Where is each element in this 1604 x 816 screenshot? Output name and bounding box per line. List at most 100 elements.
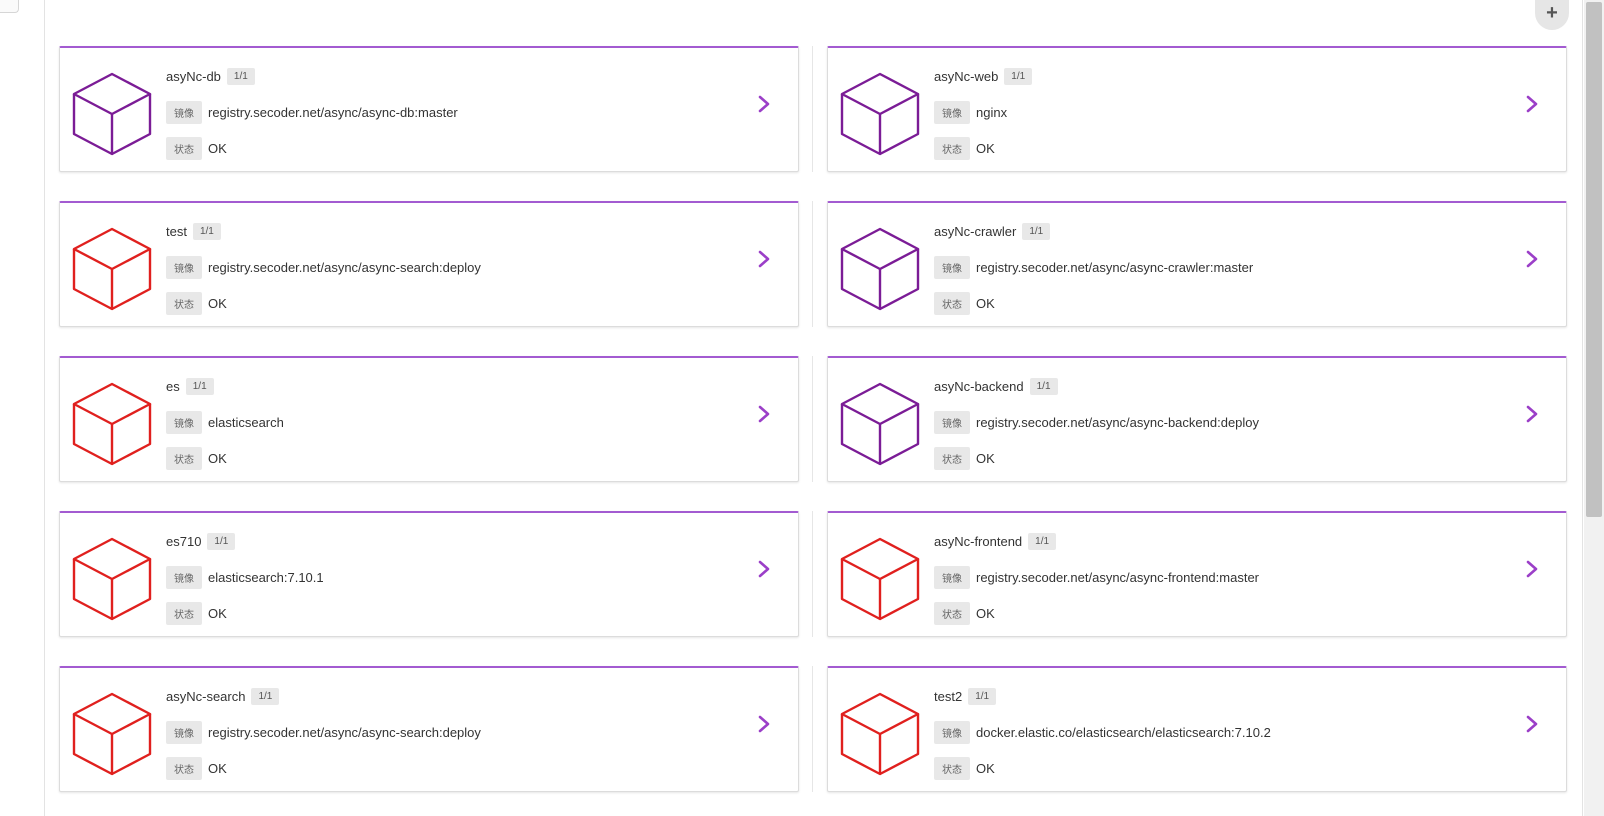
status-value: OK xyxy=(208,605,227,621)
service-row: asyNc-db 1/1 镜像 registry.secoder.net/asy… xyxy=(59,46,1569,172)
status-tag: 状态 xyxy=(166,601,202,625)
replica-badge: 1/1 xyxy=(226,67,255,85)
replica-badge: 1/1 xyxy=(207,532,236,550)
status-value: OK xyxy=(208,295,227,311)
chevron-right-icon[interactable] xyxy=(754,712,774,736)
status-value: OK xyxy=(208,140,227,156)
service-name: asyNc-search xyxy=(166,688,246,704)
image-tag: 镜像 xyxy=(934,565,970,589)
column-divider xyxy=(812,356,813,482)
image-value: registry.secoder.net/async/async-backend… xyxy=(976,414,1260,430)
replica-badge: 1/1 xyxy=(192,222,221,240)
column-divider xyxy=(812,201,813,327)
cube-icon xyxy=(839,690,921,776)
cube-icon xyxy=(71,380,153,466)
status-tag: 状态 xyxy=(934,446,970,470)
sidebar-toggle[interactable] xyxy=(0,0,19,13)
replica-badge: 1/1 xyxy=(1022,222,1051,240)
image-tag: 镜像 xyxy=(166,410,202,434)
chevron-right-icon[interactable] xyxy=(1522,92,1542,116)
image-value: registry.secoder.net/async/async-fronten… xyxy=(976,569,1259,585)
service-card-test[interactable]: test 1/1 镜像 registry.secoder.net/async/a… xyxy=(59,201,799,327)
service-row: es710 1/1 镜像 elasticsearch:7.10.1 状态 OK xyxy=(59,511,1569,637)
chevron-right-icon[interactable] xyxy=(1522,247,1542,271)
scrollbar[interactable] xyxy=(1584,0,1604,816)
replica-badge: 1/1 xyxy=(251,687,280,705)
scrollbar-thumb[interactable] xyxy=(1586,2,1602,517)
service-row: es 1/1 镜像 elasticsearch 状态 OK asyNc-back… xyxy=(59,356,1569,482)
chevron-right-icon[interactable] xyxy=(754,92,774,116)
service-card-asyNc-backend[interactable]: asyNc-backend 1/1 镜像 registry.secoder.ne… xyxy=(827,356,1567,482)
service-row: asyNc-search 1/1 镜像 registry.secoder.net… xyxy=(59,666,1569,792)
service-card-es710[interactable]: es710 1/1 镜像 elasticsearch:7.10.1 状态 OK xyxy=(59,511,799,637)
image-tag: 镜像 xyxy=(166,720,202,744)
cube-icon xyxy=(71,690,153,776)
status-tag: 状态 xyxy=(166,756,202,780)
column-divider xyxy=(812,666,813,792)
service-card-es[interactable]: es 1/1 镜像 elasticsearch 状态 OK xyxy=(59,356,799,482)
cube-icon xyxy=(71,70,153,156)
image-value: elasticsearch:7.10.1 xyxy=(208,569,324,585)
image-tag: 镜像 xyxy=(934,100,970,124)
service-card-asyNc-frontend[interactable]: asyNc-frontend 1/1 镜像 registry.secoder.n… xyxy=(827,511,1567,637)
service-name: asyNc-db xyxy=(166,68,221,84)
status-value: OK xyxy=(976,605,995,621)
chevron-right-icon[interactable] xyxy=(1522,402,1542,426)
service-name: asyNc-frontend xyxy=(934,533,1023,549)
image-value: registry.secoder.net/async/async-db:mast… xyxy=(208,104,458,120)
image-value: nginx xyxy=(976,104,1008,120)
service-name: test2 xyxy=(934,688,963,704)
service-card-asyNc-crawler[interactable]: asyNc-crawler 1/1 镜像 registry.secoder.ne… xyxy=(827,201,1567,327)
column-divider xyxy=(812,511,813,637)
status-value: OK xyxy=(976,140,995,156)
replica-badge: 1/1 xyxy=(1029,377,1058,395)
image-tag: 镜像 xyxy=(166,565,202,589)
status-tag: 状态 xyxy=(934,136,970,160)
replica-badge: 1/1 xyxy=(185,377,214,395)
chevron-right-icon[interactable] xyxy=(1522,712,1542,736)
service-name: test xyxy=(166,223,187,239)
chevron-right-icon[interactable] xyxy=(754,402,774,426)
replica-badge: 1/1 xyxy=(1028,532,1057,550)
status-value: OK xyxy=(208,760,227,776)
replica-badge: 1/1 xyxy=(968,687,997,705)
status-tag: 状态 xyxy=(166,446,202,470)
chevron-right-icon[interactable] xyxy=(1522,557,1542,581)
image-tag: 镜像 xyxy=(934,255,970,279)
cube-icon xyxy=(71,535,153,621)
image-value: docker.elastic.co/elasticsearch/elastics… xyxy=(976,724,1271,740)
status-tag: 状态 xyxy=(166,136,202,160)
image-tag: 镜像 xyxy=(166,255,202,279)
status-tag: 状态 xyxy=(166,291,202,315)
service-name: asyNc-web xyxy=(934,68,999,84)
status-value: OK xyxy=(976,450,995,466)
status-value: OK xyxy=(976,760,995,776)
image-value: registry.secoder.net/async/async-search:… xyxy=(208,724,481,740)
service-card-test2[interactable]: test2 1/1 镜像 docker.elastic.co/elasticse… xyxy=(827,666,1567,792)
cube-icon xyxy=(839,380,921,466)
image-tag: 镜像 xyxy=(934,410,970,434)
service-name: es xyxy=(166,378,180,394)
image-tag: 镜像 xyxy=(934,720,970,744)
image-value: registry.secoder.net/async/async-crawler… xyxy=(976,259,1254,275)
cube-icon xyxy=(71,225,153,311)
image-value: registry.secoder.net/async/async-search:… xyxy=(208,259,481,275)
cube-icon xyxy=(839,70,921,156)
service-card-asyNc-web[interactable]: asyNc-web 1/1 镜像 nginx 状态 OK xyxy=(827,46,1567,172)
image-tag: 镜像 xyxy=(166,100,202,124)
chevron-right-icon[interactable] xyxy=(754,247,774,271)
column-divider xyxy=(812,46,813,172)
cube-icon xyxy=(839,225,921,311)
status-tag: 状态 xyxy=(934,291,970,315)
service-name: asyNc-backend xyxy=(934,378,1024,394)
service-card-asyNc-search[interactable]: asyNc-search 1/1 镜像 registry.secoder.net… xyxy=(59,666,799,792)
status-tag: 状态 xyxy=(934,756,970,780)
replica-badge: 1/1 xyxy=(1004,67,1033,85)
status-tag: 状态 xyxy=(934,601,970,625)
service-grid: asyNc-db 1/1 镜像 registry.secoder.net/asy… xyxy=(59,46,1569,792)
image-value: elasticsearch xyxy=(208,414,284,430)
status-value: OK xyxy=(976,295,995,311)
chevron-right-icon[interactable] xyxy=(754,557,774,581)
service-card-asyNc-db[interactable]: asyNc-db 1/1 镜像 registry.secoder.net/asy… xyxy=(59,46,799,172)
service-name: es710 xyxy=(166,533,202,549)
